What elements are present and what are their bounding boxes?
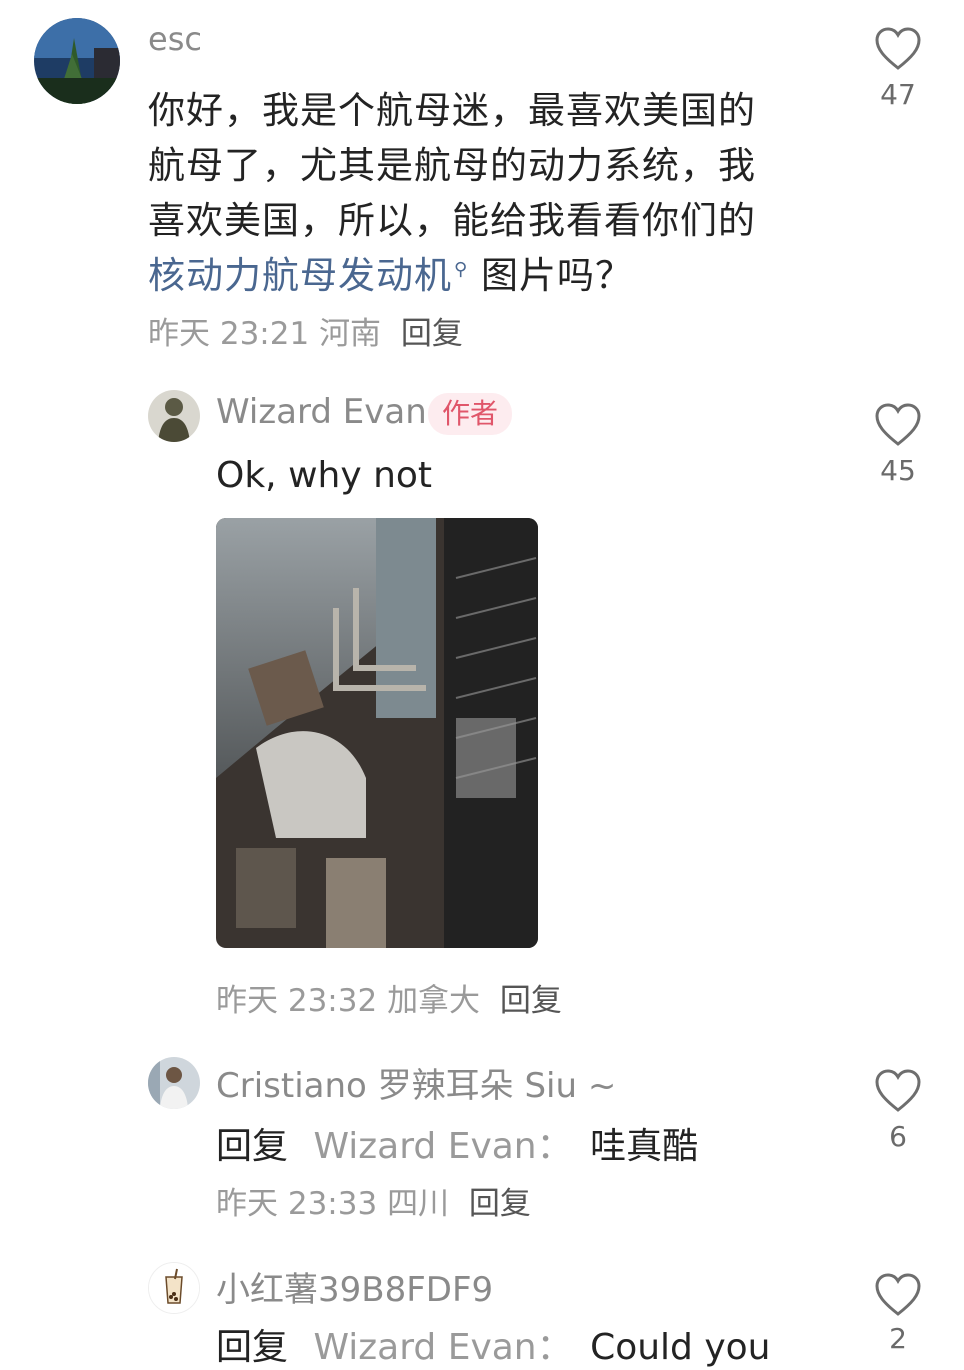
reply-button[interactable]: 回复 — [401, 316, 463, 352]
like-button[interactable]: 6 — [868, 1068, 928, 1153]
reply-text: 哇真酷 — [590, 1126, 699, 1167]
reply-prefix: 回复 — [216, 1327, 289, 1368]
comment-text: 回复 Wizard Evan： 哇真酷 — [216, 1117, 698, 1169]
avatar[interactable] — [148, 390, 200, 442]
avatar[interactable] — [34, 18, 120, 104]
comment-text-line: 核动力航母发动机 ⚲ 图片吗？ — [148, 245, 633, 299]
heart-icon[interactable] — [874, 1272, 922, 1318]
avatar[interactable] — [148, 1262, 200, 1314]
comment-username[interactable]: Cristiano 罗辣耳朵 Siu ~ — [216, 1058, 616, 1107]
comment-time: 昨天 23:21 — [148, 316, 310, 352]
search-icon[interactable]: ⚲ — [454, 259, 468, 280]
like-count: 6 — [889, 1120, 907, 1153]
heart-icon[interactable] — [874, 26, 922, 72]
reply-target[interactable]: Wizard Evan： — [313, 1126, 572, 1167]
comment-text-line: 喜欢美国，所以，能给我看看你们的 — [148, 199, 756, 242]
comment-username[interactable]: 小红薯39B8FDF9 — [216, 1262, 493, 1311]
comment-text: 回复 Wizard Evan： Could you — [216, 1318, 771, 1370]
comment-location: 四川 — [387, 1186, 450, 1222]
comment-username[interactable]: Wizard Evan — [216, 392, 427, 432]
reply-target[interactable]: Wizard Evan： — [313, 1327, 572, 1368]
comment-time: 昨天 23:33 — [216, 1186, 378, 1222]
like-count: 45 — [880, 454, 916, 487]
like-button[interactable]: 47 — [868, 26, 928, 111]
reply-button[interactable]: 回复 — [500, 983, 562, 1019]
like-count: 47 — [880, 78, 916, 111]
comment-time: 昨天 23:32 — [216, 983, 378, 1019]
reply-button[interactable]: 回复 — [469, 1186, 531, 1222]
comment-username[interactable]: esc — [148, 20, 202, 58]
author-badge: 作者 — [428, 393, 513, 435]
like-button[interactable]: 45 — [868, 402, 928, 487]
like-count: 2 — [889, 1322, 907, 1355]
comment-meta: 昨天 23:21 河南 回复 — [148, 308, 463, 353]
search-link[interactable]: 核动力航母发动机 — [148, 254, 452, 297]
comment-photo[interactable] — [216, 518, 538, 948]
comment-text-line: 航母了，尤其是航母的动力系统，我 — [148, 144, 756, 187]
avatar[interactable] — [148, 1057, 200, 1109]
like-button[interactable]: 2 — [868, 1272, 928, 1355]
heart-icon[interactable] — [874, 1068, 922, 1114]
comment-text-tail: 图片吗？ — [468, 254, 633, 297]
comment-meta: 昨天 23:33 四川 回复 — [216, 1178, 531, 1223]
reply-text: Could you — [590, 1327, 771, 1368]
comment-location: 加拿大 — [387, 983, 481, 1019]
comment-meta: 昨天 23:32 加拿大 回复 — [216, 975, 562, 1020]
comment-text: Ok, why not — [216, 455, 433, 496]
heart-icon[interactable] — [874, 402, 922, 448]
comment-text-line: 你好，我是个航母迷，最喜欢美国的 — [148, 89, 756, 132]
reply-prefix: 回复 — [216, 1126, 289, 1167]
comment-location: 河南 — [319, 316, 382, 352]
